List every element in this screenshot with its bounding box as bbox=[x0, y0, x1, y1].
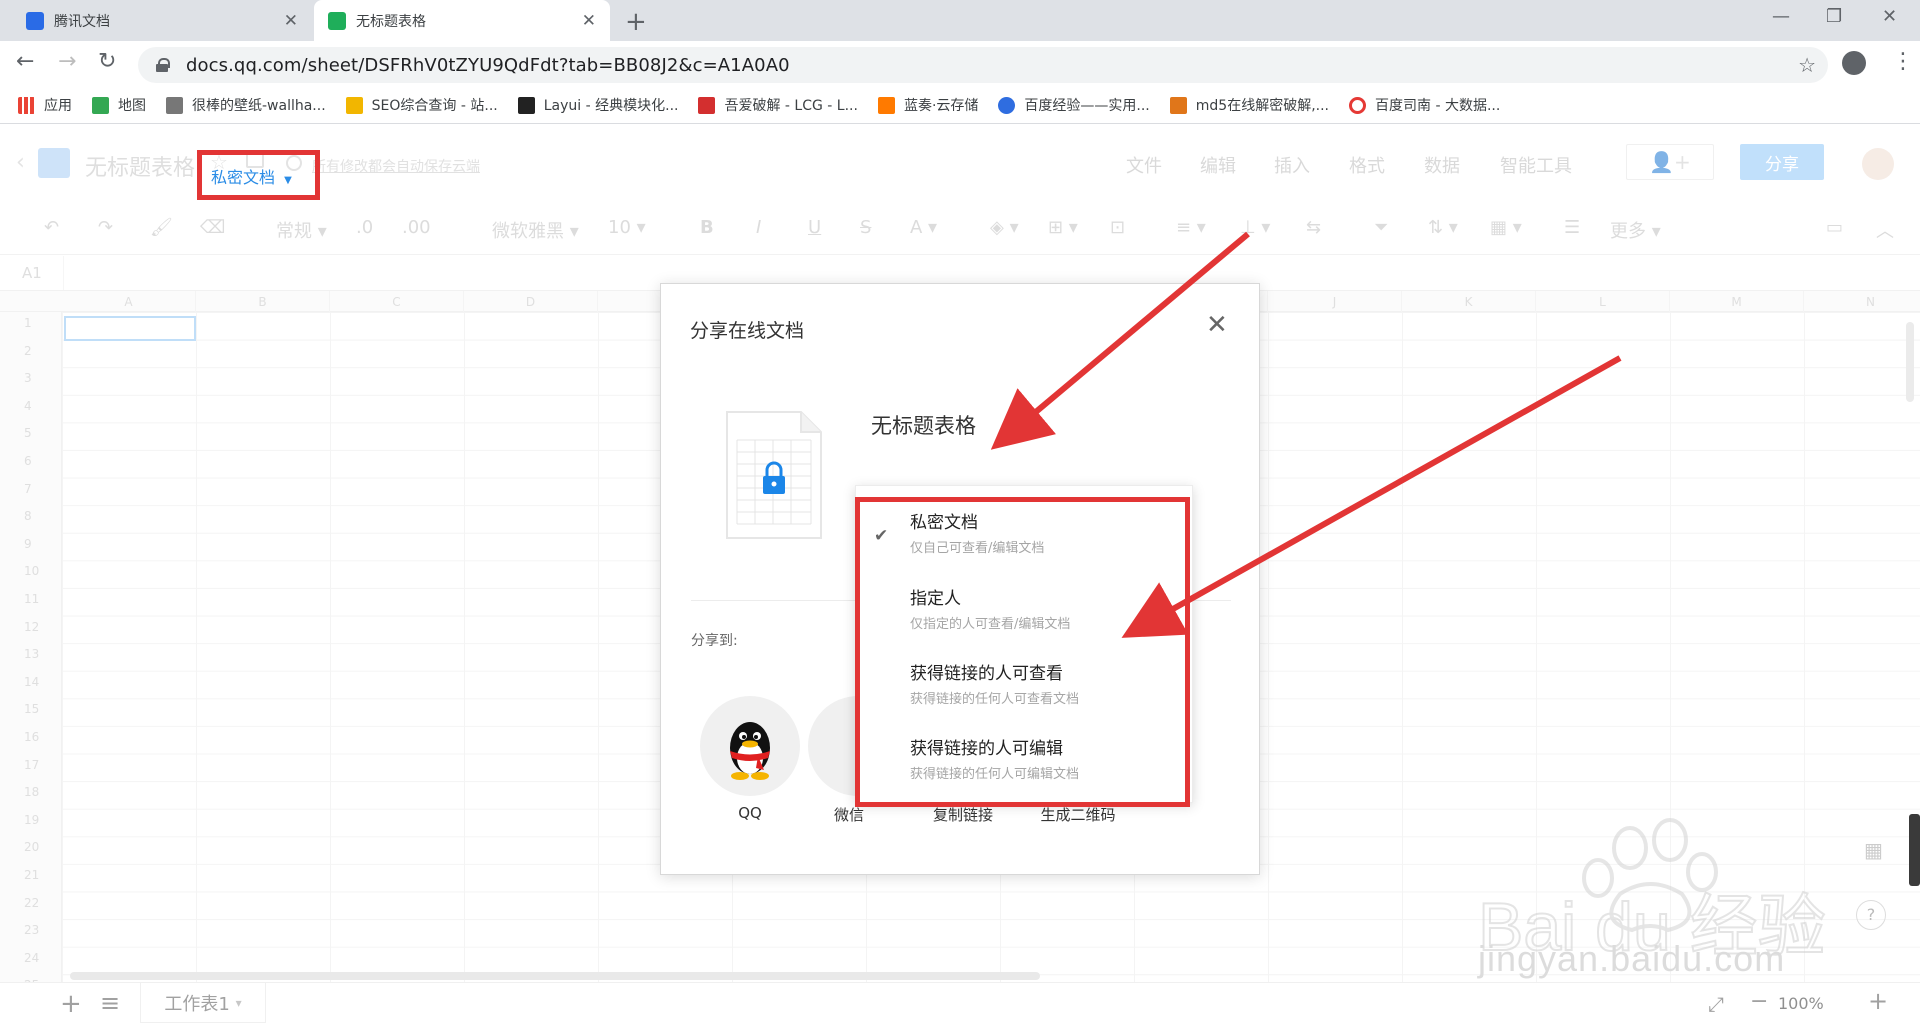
annotation-arrow-2 bbox=[1121, 355, 1622, 638]
baidu-jingyan-watermark-icon: Bai du 经验 bbox=[1477, 818, 1827, 966]
watermark-url: jingyan.baidu.com bbox=[1478, 938, 1786, 979]
qrcode-side-icon[interactable]: ▦ bbox=[1864, 838, 1883, 862]
side-panel-handle[interactable] bbox=[1909, 814, 1920, 886]
help-icon[interactable]: ? bbox=[1856, 900, 1886, 930]
annotation-arrow-1 bbox=[990, 231, 1250, 450]
